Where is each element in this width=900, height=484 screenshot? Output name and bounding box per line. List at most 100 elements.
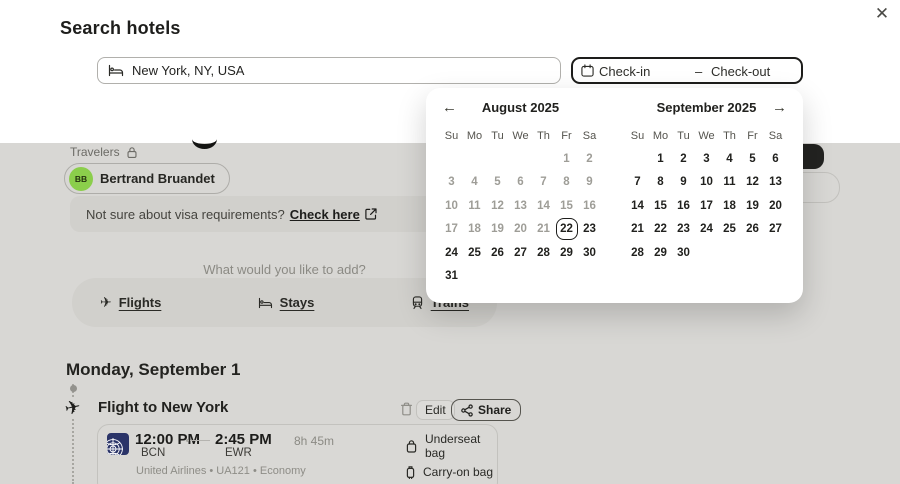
calendar-day[interactable]: 18	[718, 194, 741, 218]
delete-event-button[interactable]	[400, 402, 413, 416]
traveler-pill[interactable]: BB Bertrand Bruandet	[64, 163, 230, 194]
calendar-month: September 2025 Su Mo Tu We Th Fr Sa 1 2 3 4 5 6 7 8 9 10 1…	[626, 100, 787, 288]
calendar-day[interactable]: 23	[672, 218, 695, 242]
calendar-day[interactable]: 8	[649, 171, 672, 195]
destination-value: New York, NY, USA	[132, 63, 245, 78]
calendar-day: 14	[537, 199, 550, 212]
flight-card[interactable]: 12:00 PM BCN 2:45 PM EWR 8h 45m Undersea…	[97, 424, 498, 484]
add-item-label: Flights	[118, 295, 162, 310]
weekday-label: Tu	[491, 130, 504, 142]
calendar-day[interactable]: 27	[764, 218, 787, 242]
flight-connector-line	[186, 438, 210, 442]
add-item-stays[interactable]: Stays	[258, 295, 315, 310]
calendar-day[interactable]: 7	[626, 171, 649, 195]
calendar-day[interactable]: 21	[626, 218, 649, 242]
calendar-day: 11	[468, 199, 481, 212]
date-picker-popup: ← → August 2025 Su Mo Tu We Th Fr Sa 1 2 3 4 5 6 7 8 9 10…	[426, 88, 803, 303]
calendar-day[interactable]: 1	[649, 147, 672, 171]
checkout-label: Check-out	[711, 64, 771, 79]
date-range-field[interactable]: Check-in – Check-out	[571, 57, 803, 84]
timeline-dot	[69, 385, 77, 392]
calendar-day[interactable]: 22	[649, 218, 672, 242]
calendar-day[interactable]: 31	[440, 265, 463, 289]
calendar-day[interactable]: 27	[509, 241, 532, 265]
destination-input[interactable]: New York, NY, USA	[97, 57, 561, 84]
calendar-day: 2	[586, 152, 593, 165]
lock-icon	[126, 146, 138, 159]
weekday-label: Sa	[582, 130, 597, 142]
calendar-month-name: August 2025	[481, 100, 560, 115]
modal-title: Search hotels	[60, 18, 181, 38]
calendar-icon	[581, 64, 594, 77]
carry-on-bag-icon	[406, 465, 415, 479]
calendar-day[interactable]: 28	[626, 241, 649, 265]
baggage-row: Underseat bag	[406, 432, 497, 460]
travelers-label: Travelers	[70, 145, 138, 159]
calendar-day[interactable]: 24	[695, 218, 718, 242]
calendar-day[interactable]: 13	[764, 171, 787, 195]
calendar-day: 21	[537, 223, 550, 236]
calendar-day[interactable]: 5	[741, 147, 764, 171]
calendar-day[interactable]: 2	[672, 147, 695, 171]
calendar-day: 13	[514, 199, 527, 212]
calendar-day[interactable]: 29	[649, 241, 672, 265]
calendar-day[interactable]: 11	[718, 171, 741, 195]
departure-airport: BCN	[141, 447, 166, 459]
calendar-day[interactable]: 3	[695, 147, 718, 171]
calendar-day: 8	[563, 176, 570, 189]
calendar-day[interactable]: 16	[672, 194, 695, 218]
calendar-day: 12	[491, 199, 504, 212]
calendar-day: 16	[583, 199, 596, 212]
calendar-day[interactable]: 10	[695, 171, 718, 195]
weekday-label: Fr	[747, 130, 758, 142]
flight-details: United Airlines • UA121 • Economy	[136, 465, 306, 477]
arrival-airport: EWR	[225, 447, 252, 459]
calendar-day[interactable]: 24	[440, 241, 463, 265]
calendar-day[interactable]: 26	[741, 218, 764, 242]
calendar-day[interactable]: 12	[741, 171, 764, 195]
calendar-day[interactable]: 4	[718, 147, 741, 171]
calendar-grid: 1 2 3 4 5 6 7 8 9 10 11 12 13 14 15 16 17 18 19 20 21 22 23 24 2…	[626, 147, 787, 265]
add-item-flights[interactable]: ✈ Flights	[100, 294, 161, 312]
calendar-day[interactable]: 30	[578, 241, 601, 265]
visa-check-link[interactable]: Check here	[290, 207, 360, 222]
calendar-day[interactable]: 28	[532, 241, 555, 265]
calendar-day[interactable]: 15	[649, 194, 672, 218]
calendar-day: 3	[448, 176, 455, 189]
share-event-button[interactable]: Share	[451, 399, 522, 421]
close-icon[interactable]: ✕	[869, 1, 895, 27]
calendar-day[interactable]: 25	[718, 218, 741, 242]
add-item-label: Stays	[279, 295, 315, 310]
weekday-label: Tu	[677, 130, 690, 142]
calendar-day[interactable]: 30	[672, 241, 695, 265]
calendar-day[interactable]: 9	[672, 171, 695, 195]
weekday-label: Th	[537, 130, 550, 142]
weekday-label: Mo	[466, 130, 483, 142]
calendar-day[interactable]: 29	[555, 241, 578, 265]
edit-event-button[interactable]: Edit	[416, 400, 455, 420]
calendar-day: 1	[563, 152, 570, 165]
calendar-day[interactable]: 6	[764, 147, 787, 171]
calendar-day[interactable]: 17	[695, 194, 718, 218]
visa-banner-text: Not sure about visa requirements?	[86, 206, 285, 222]
weekday-label: Mo	[652, 130, 669, 142]
calendar-day[interactable]: 14	[626, 194, 649, 218]
travelers-label-text: Travelers	[70, 145, 120, 159]
flight-duration: 8h 45m	[294, 434, 335, 448]
calendar-day: 7	[540, 176, 547, 189]
calendar-grid: 1 2 3 4 5 6 7 8 9 10 11 12 13 14 15 16 17 18 19 20 21 22 23 24 2…	[440, 147, 601, 288]
calendar-day[interactable]: 19	[741, 194, 764, 218]
calendar-day-selected[interactable]: 22	[555, 218, 578, 242]
next-month-button[interactable]: →	[768, 97, 791, 118]
calendar-day[interactable]: 25	[463, 241, 486, 265]
baggage-row: Carry-on bag	[406, 465, 497, 479]
previous-month-button[interactable]: ←	[438, 97, 461, 118]
calendar-day[interactable]: 23	[578, 218, 601, 242]
plane-icon: ✈	[100, 293, 112, 310]
empty-cell	[486, 147, 509, 171]
calendar-weekday-row: Su Mo Tu We Th Fr Sa	[626, 130, 787, 147]
calendar-day[interactable]: 20	[764, 194, 787, 218]
traveler-name: Bertrand Bruandet	[100, 171, 215, 186]
empty-cell	[440, 147, 463, 171]
calendar-day[interactable]: 26	[486, 241, 509, 265]
